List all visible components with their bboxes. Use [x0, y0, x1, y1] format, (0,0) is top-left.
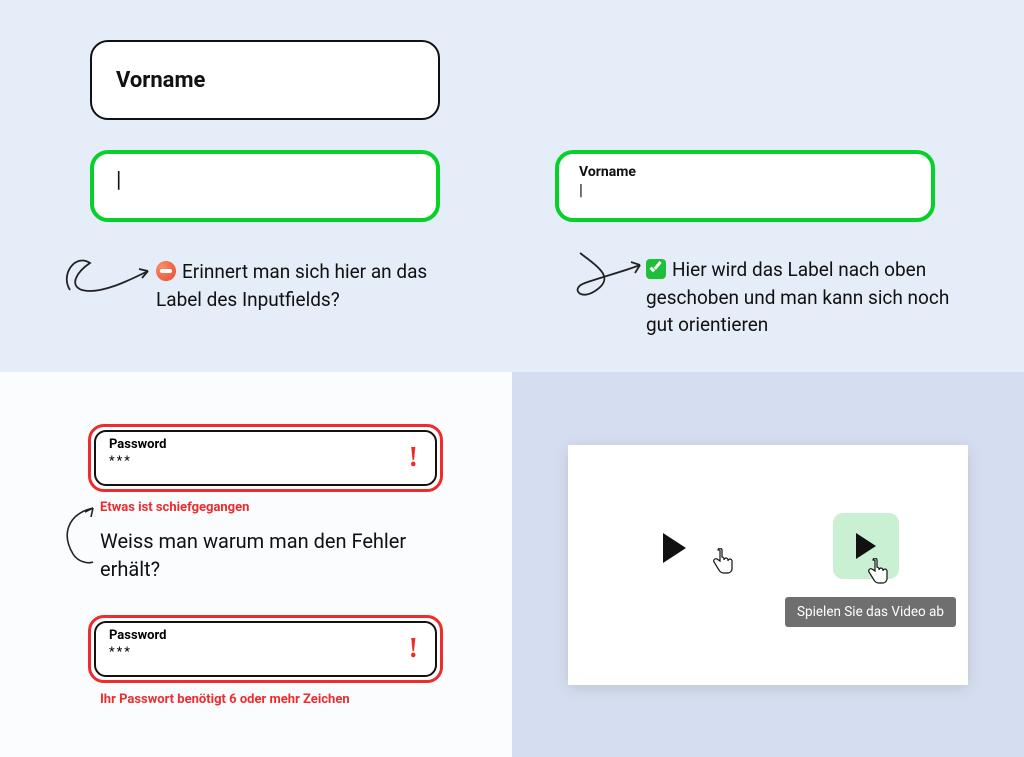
text-cursor: |	[116, 168, 121, 193]
password-field-clear-error[interactable]: Password *** !	[88, 615, 443, 683]
focused-input-bad[interactable]: |	[90, 150, 440, 222]
annotation-arrow-icon	[53, 504, 103, 569]
check-icon	[646, 259, 666, 279]
annotation-arrow-icon	[560, 243, 650, 323]
detached-label-text: Vorname	[116, 68, 205, 93]
vague-error-message: Etwas ist schiefgegangen	[100, 500, 249, 515]
error-exclamation-icon: !	[409, 633, 418, 665]
tooltip-text: Spielen Sie das Video ab	[797, 604, 944, 620]
play-tooltip: Spielen Sie das Video ab	[785, 597, 956, 627]
password-label: Password	[109, 628, 422, 643]
annotation-arrow-icon	[60, 245, 160, 320]
bad-note-text: Erinnert man sich hier an das Label des …	[156, 260, 427, 311]
play-icon	[663, 533, 686, 563]
stop-icon	[156, 261, 176, 281]
clear-error-message: Ihr Passwort benötigt 6 oder mehr Zeiche…	[100, 692, 350, 707]
play-icon	[856, 533, 876, 559]
detached-label-box: Vorname	[90, 40, 440, 120]
video-player-card: Spielen Sie das Video ab	[568, 445, 968, 685]
good-note-text: Hier wird das Label nach oben geschoben …	[646, 258, 949, 336]
bottom-left-panel: Password *** ! Etwas ist schiefgegangen …	[0, 372, 512, 757]
error-exclamation-icon: !	[409, 442, 418, 474]
good-example-note: Hier wird das Label nach oben geschoben …	[646, 256, 966, 339]
password-label: Password	[109, 437, 422, 452]
top-panel: Vorname | Erinnert man sich hier an das …	[0, 0, 1024, 372]
text-cursor: |	[579, 180, 911, 199]
bad-example-note: Erinnert man sich hier an das Label des …	[156, 258, 476, 313]
pointer-cursor-icon	[713, 548, 735, 580]
password-field-vague-error[interactable]: Password *** !	[88, 424, 443, 492]
error-question-note: Weiss man warum man den Fehler erhält?	[100, 527, 430, 583]
password-masked-value: ***	[109, 645, 422, 660]
play-button-idle[interactable]	[663, 533, 686, 567]
pointer-cursor-icon	[868, 558, 890, 590]
bottom-right-panel: Spielen Sie das Video ab	[512, 372, 1024, 757]
focused-input-good[interactable]: Vorname |	[555, 150, 935, 222]
floating-label: Vorname	[579, 164, 911, 180]
password-masked-value: ***	[109, 454, 422, 469]
